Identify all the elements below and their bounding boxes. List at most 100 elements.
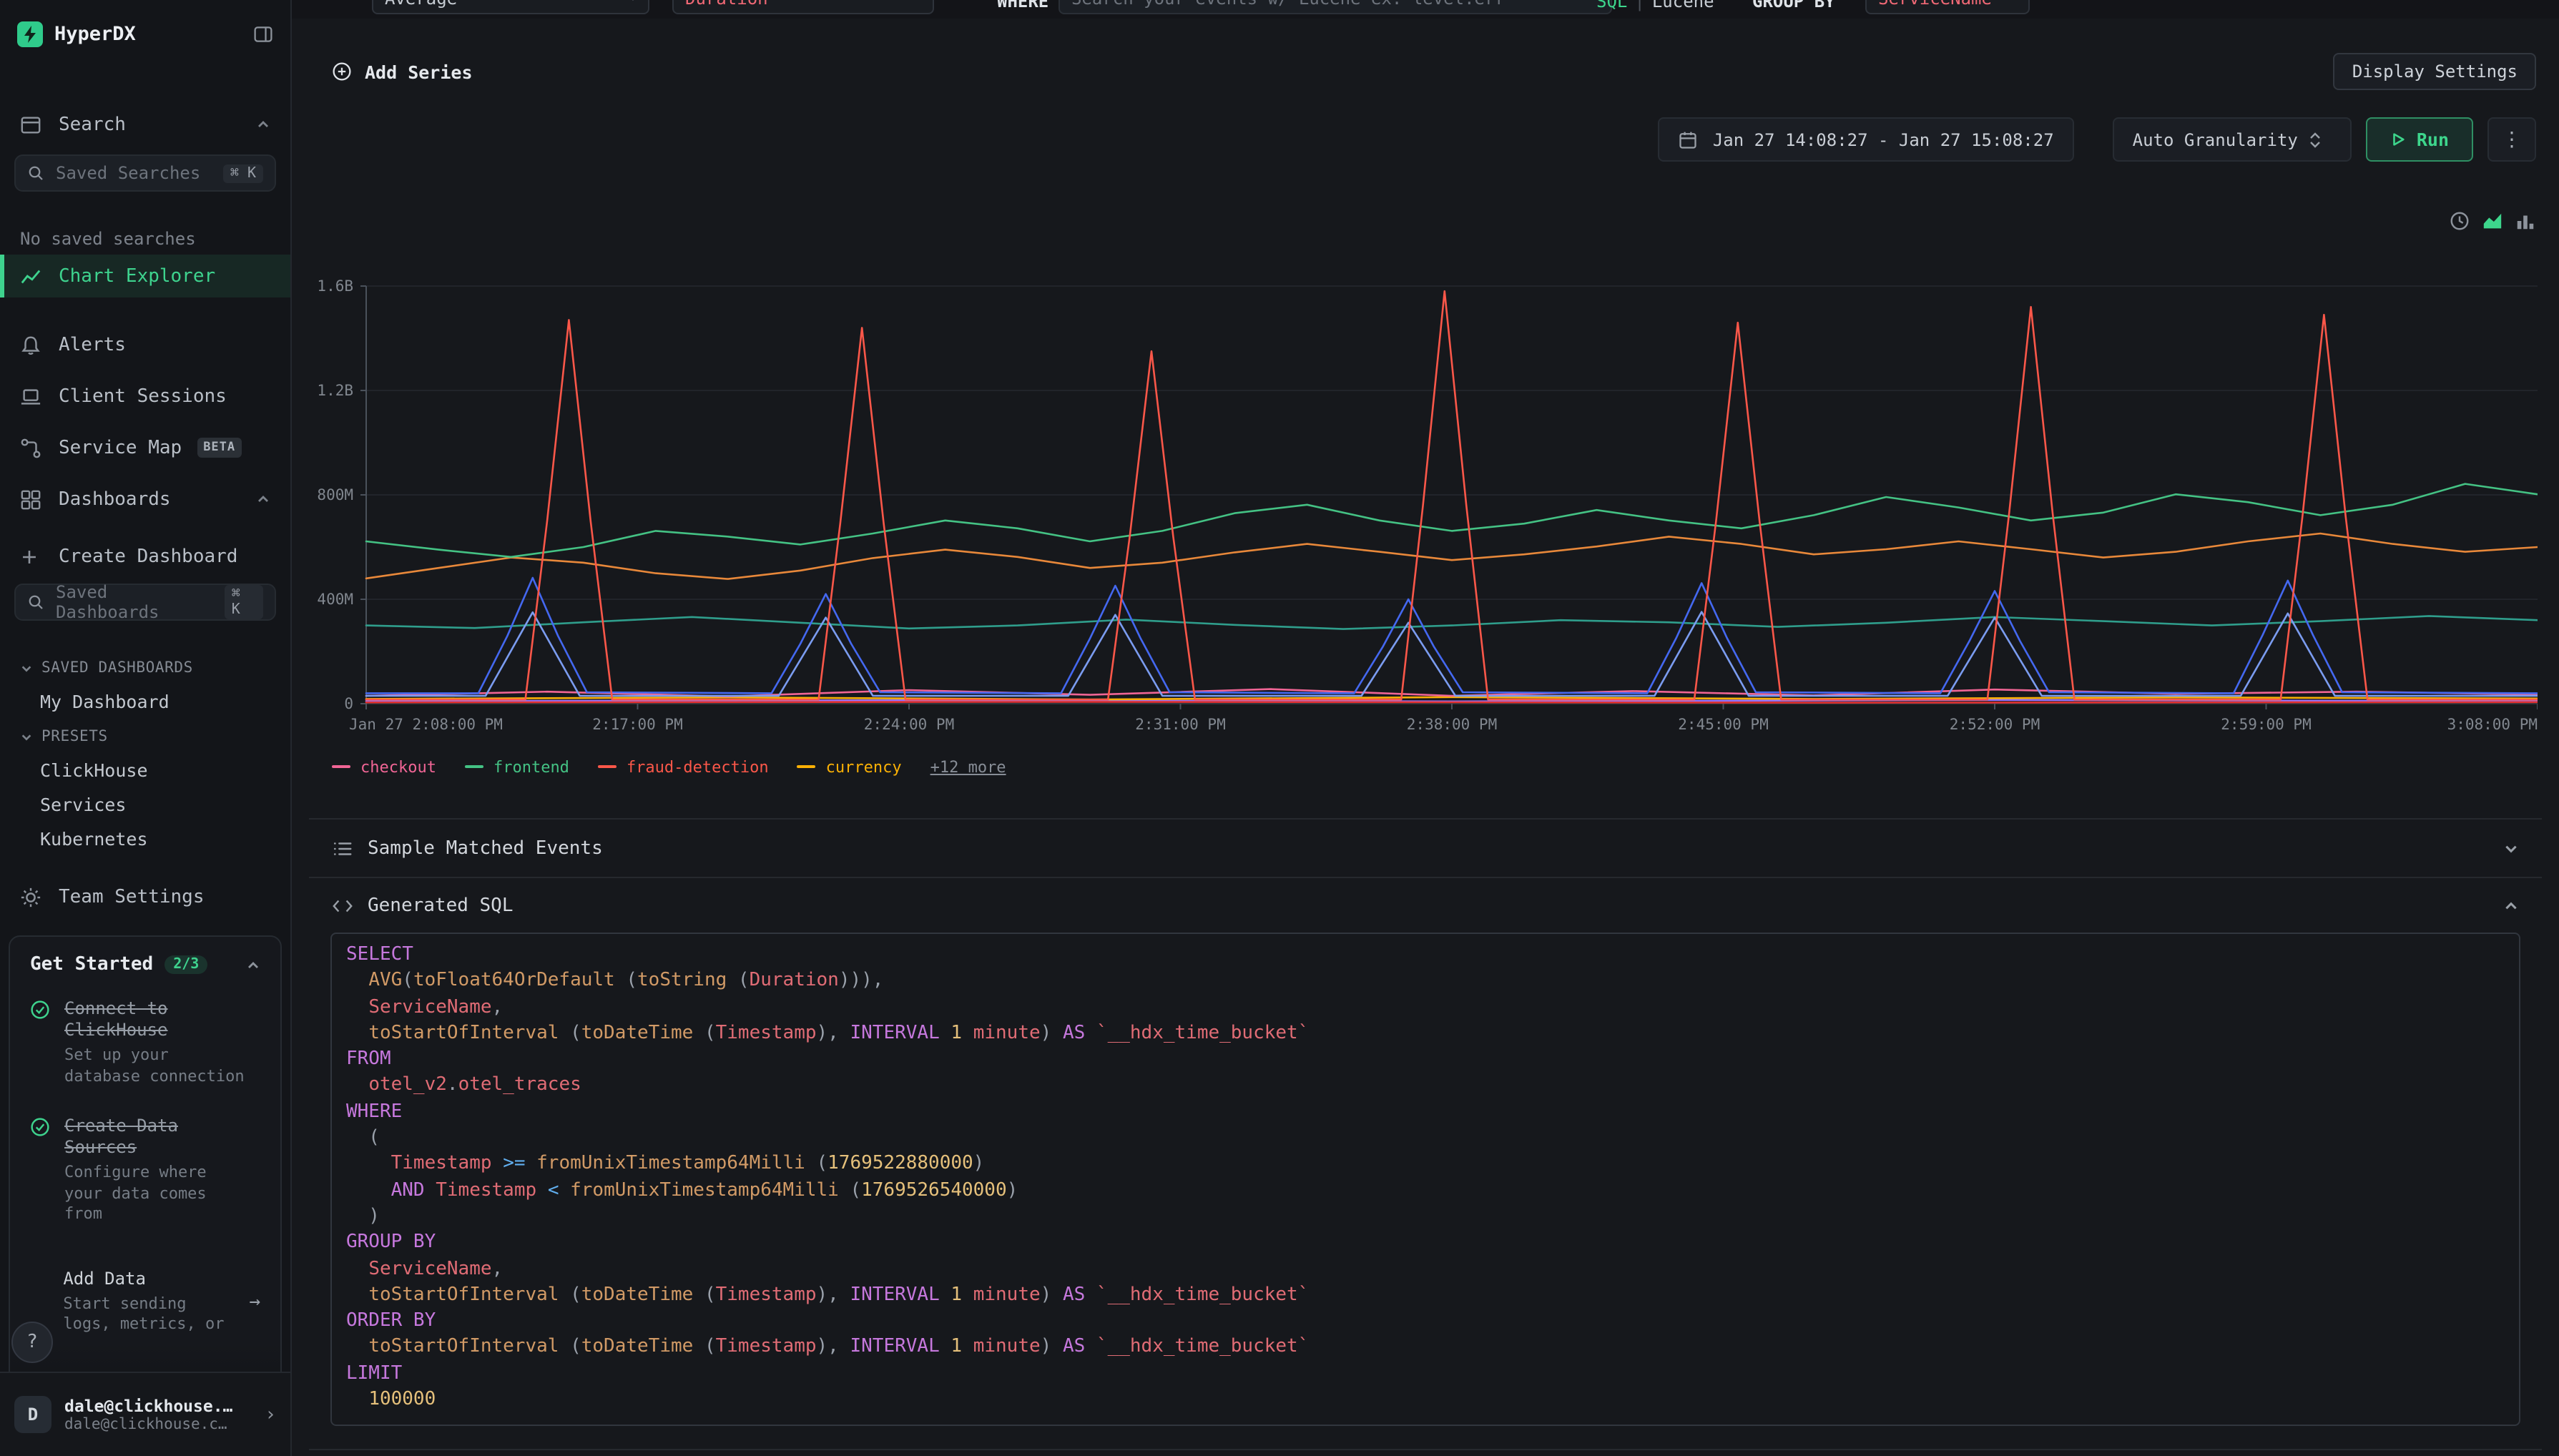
user-menu[interactable]: D dale@clickhouse.… dale@clickhouse.c… ›	[0, 1372, 290, 1456]
time-range-picker[interactable]: Jan 27 14:08:27 - Jan 27 15:08:27	[1659, 117, 2074, 162]
help-button[interactable]: ?	[11, 1322, 53, 1363]
bell-icon	[20, 334, 43, 355]
legend-more-link[interactable]: +12 more	[930, 757, 1006, 776]
area-chart-toggle-icon[interactable]	[2482, 210, 2503, 231]
legend-item[interactable]: fraud-detection	[598, 757, 769, 776]
chevron-up-icon	[256, 492, 270, 506]
plus-icon	[20, 547, 43, 566]
chevron-down-icon	[20, 730, 33, 743]
sidebar-item-label: Service Map	[59, 437, 182, 458]
legend-dash-icon	[465, 765, 483, 768]
chart-legend-items: checkout frontend fraud-detection currency	[332, 757, 902, 776]
sidebar-item-team-settings[interactable]: Team Settings	[0, 875, 290, 918]
hyperdx-logo-icon	[17, 21, 43, 47]
route-icon	[20, 437, 43, 458]
sidebar-item-clickhouse[interactable]: ClickHouse	[0, 755, 290, 784]
step-desc: Set up your database connection	[64, 1046, 247, 1087]
sql-code[interactable]: SELECT AVG(toFloat64OrDefault (toString …	[330, 933, 2520, 1427]
svg-text:2:24:00 PM: 2:24:00 PM	[864, 716, 954, 733]
field-select[interactable]: Duration	[672, 0, 934, 14]
chart-svg[interactable]: 0400M800M1.2B1.6BJan 27 2:08:00 PM2:17:0…	[316, 275, 2538, 747]
saved-dashboards-section-header[interactable]: SAVED DASHBOARDS	[0, 655, 290, 681]
get-started-step-connect[interactable]: Connect to ClickHouse Set up your databa…	[30, 998, 260, 1087]
section-header-label: SAVED DASHBOARDS	[41, 659, 193, 677]
get-started-step-sources[interactable]: Create Data Sources Configure where your…	[30, 1116, 260, 1225]
sidebar-item-label: Team Settings	[59, 886, 205, 907]
bar-chart-toggle-icon[interactable]	[2515, 210, 2536, 231]
legend-label: frontend	[493, 757, 569, 776]
time-format-icon[interactable]	[2449, 210, 2470, 231]
query-language-toggle[interactable]: SQL | Lucene	[1596, 0, 1714, 11]
add-series-button[interactable]: Add Series	[332, 61, 473, 82]
sidebar-item-label: Search	[59, 114, 126, 135]
sidebar: HyperDX Search Saved Searches ⌘ K No sav…	[0, 0, 292, 1456]
presets-section-header[interactable]: PRESETS	[0, 724, 290, 749]
chart-area: 0400M800M1.2B1.6BJan 27 2:08:00 PM2:17:0…	[292, 275, 2559, 749]
search-input[interactable]: Search your events w/ Lucene ex: level:e…	[1059, 0, 1612, 14]
sidebar-item-search[interactable]: Search	[0, 103, 290, 146]
main-content: Average Duration WHERE Search your event…	[292, 0, 2559, 1456]
search-icon	[27, 594, 44, 611]
legend-item[interactable]: frontend	[465, 757, 569, 776]
legend-dash-icon	[797, 765, 816, 768]
sidebar-item-dashboards[interactable]: Dashboards	[0, 478, 290, 521]
arrow-right-icon: →	[249, 1291, 260, 1312]
sidebar-item-chart-explorer[interactable]: Chart Explorer	[0, 255, 290, 297]
get-started-step-add-data[interactable]: Add Data Start sending logs, metrics, or…	[30, 1268, 260, 1335]
generated-sql-header[interactable]: Generated SQL	[309, 878, 2542, 933]
check-circle-icon	[30, 1116, 51, 1225]
aggregation-value: Average	[385, 0, 457, 9]
code-icon	[332, 895, 355, 916]
collapse-sidebar-icon[interactable]	[253, 24, 273, 44]
chevron-right-icon: ›	[265, 1404, 276, 1425]
chevron-down-icon	[2503, 840, 2519, 856]
svg-text:1.2B: 1.2B	[317, 382, 353, 399]
legend-label: currency	[826, 757, 902, 776]
group-by-select[interactable]: ServiceName	[1865, 0, 2030, 14]
user-name: dale@clickhouse.…	[64, 1395, 232, 1415]
line-chart-icon	[20, 265, 43, 287]
generated-sql-section: Generated SQL SELECT AVG(toFloat64OrDefa…	[309, 877, 2542, 1451]
sample-matched-events-section: Sample Matched Events	[309, 818, 2542, 877]
sidebar-item-service-map[interactable]: Service Map BETA	[0, 426, 290, 469]
legend-label: checkout	[360, 757, 436, 776]
aggregation-select[interactable]: Average	[372, 0, 649, 14]
chart-legend: checkoutfrontendfraud-detectioncurrency …	[332, 754, 2536, 779]
granularity-value: Auto Granularity	[2133, 129, 2298, 149]
get-started-header[interactable]: Get Started 2/3	[30, 954, 260, 975]
brand-row: HyperDX	[17, 17, 273, 51]
sidebar-item-alerts[interactable]: Alerts	[0, 323, 290, 366]
saved-dashboards-input[interactable]: Saved Dashboards ⌘ K	[14, 584, 276, 621]
create-dashboard-button[interactable]: Create Dashboard	[0, 538, 290, 575]
user-email: dale@clickhouse.c…	[64, 1415, 232, 1434]
more-options-button[interactable]: ⋮	[2487, 117, 2536, 162]
sidebar-item-services[interactable]: Services	[0, 790, 290, 818]
legend-dash-icon	[332, 765, 350, 768]
sidebar-item-kubernetes[interactable]: Kubernetes	[0, 824, 290, 852]
sidebar-item-client-sessions[interactable]: Client Sessions	[0, 375, 290, 418]
create-dashboard-label: Create Dashboard	[59, 546, 237, 567]
sidebar-item-my-dashboard[interactable]: My Dashboard	[0, 687, 290, 715]
select-chevrons-icon	[2309, 131, 2332, 148]
sidebar-item-label: Dashboards	[59, 488, 171, 510]
list-icon	[332, 837, 355, 859]
shortcut-badge: ⌘ K	[225, 585, 263, 619]
chevron-down-icon	[20, 661, 33, 674]
grid-icon	[20, 488, 43, 510]
svg-text:0: 0	[344, 695, 353, 712]
granularity-select[interactable]: Auto Granularity	[2113, 117, 2352, 162]
shortcut-badge: ⌘ K	[223, 164, 263, 182]
legend-item[interactable]: currency	[797, 757, 902, 776]
sample-matched-events-header[interactable]: Sample Matched Events	[309, 820, 2542, 877]
svg-text:Jan 27 2:08:00 PM: Jan 27 2:08:00 PM	[349, 716, 503, 733]
step-desc: Start sending logs, metrics, or	[63, 1294, 236, 1335]
section-title: Generated SQL	[368, 895, 514, 916]
sidebar-item-label: Chart Explorer	[59, 265, 215, 287]
run-button[interactable]: Run	[2367, 117, 2473, 162]
legend-item[interactable]: checkout	[332, 757, 436, 776]
display-settings-button[interactable]: Display Settings	[2334, 53, 2536, 90]
saved-searches-input[interactable]: Saved Searches ⌘ K	[14, 154, 276, 192]
svg-text:2:31:00 PM: 2:31:00 PM	[1135, 716, 1225, 733]
lucene-mode-label: Lucene	[1652, 0, 1714, 11]
query-toolbar: Average Duration WHERE Search your event…	[292, 0, 2559, 19]
